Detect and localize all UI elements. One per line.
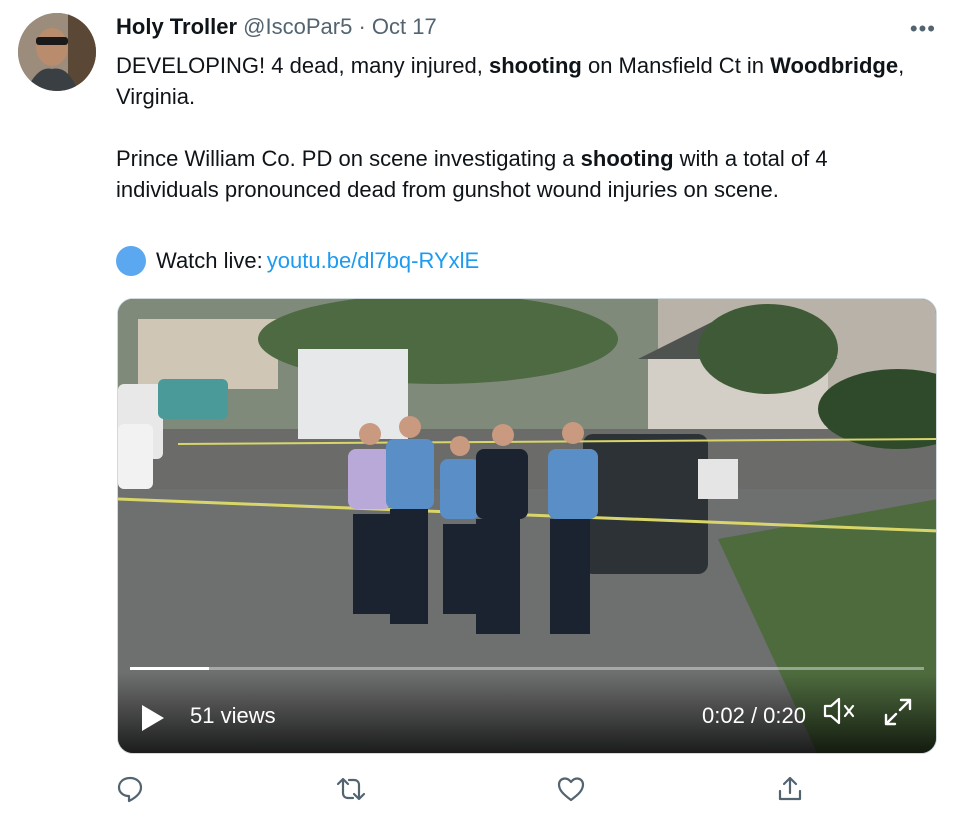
play-icon[interactable] — [142, 705, 164, 731]
retweet-icon[interactable] — [336, 775, 366, 808]
tweet-paragraph-1: DEVELOPING! 4 dead, many injured, shooti… — [116, 50, 936, 112]
text-run: on Mansfield Ct in — [581, 53, 771, 78]
avatar[interactable] — [18, 13, 96, 91]
video-time: 0:02 / 0:20 — [702, 703, 806, 728]
youtube-link[interactable]: youtu.be/dl7bq-RYxlE — [267, 248, 479, 274]
mute-icon[interactable] — [822, 696, 858, 731]
bold-text-run: shooting — [580, 146, 674, 171]
text-run: Prince William Co. PD on scene investiga… — [116, 146, 581, 171]
tweet-date[interactable]: Oct 17 — [372, 14, 437, 39]
author-handle[interactable]: @IscoPar5 — [243, 14, 352, 39]
watch-live-line: Watch live: youtu.be/dl7bq-RYxlE — [116, 246, 479, 276]
video-player[interactable]: 51 views 0:02 / 0:20 — [117, 298, 937, 754]
tweet-header: Holy Troller @IscoPar5 · Oct 17 — [116, 14, 437, 40]
author-name[interactable]: Holy Troller — [116, 14, 237, 39]
tweet-actions — [116, 775, 816, 807]
video-controls: 51 views 0:02 / 0:20 — [118, 673, 936, 753]
tweet-paragraph-2: Prince William Co. PD on scene investiga… — [116, 143, 936, 205]
bold-text-run: shooting — [488, 53, 582, 78]
video-progress-fill — [130, 667, 210, 670]
text-run: DEVELOPING! 4 dead, many injured, — [116, 53, 489, 78]
share-icon[interactable] — [776, 775, 804, 808]
video-progress-bar[interactable] — [130, 667, 924, 670]
reply-icon[interactable] — [116, 775, 144, 808]
watch-live-label: Watch live: — [156, 248, 263, 273]
heart-icon[interactable] — [556, 775, 586, 808]
tweet-text: DEVELOPING! 4 dead, many injured, shooti… — [116, 50, 936, 205]
avatar-image — [18, 13, 96, 91]
bold-text-run: Woodbridge — [770, 53, 899, 78]
view-count: 51 views — [190, 703, 276, 728]
more-options-icon[interactable]: ••• — [910, 16, 936, 42]
blue-circle-icon — [116, 246, 146, 276]
fullscreen-icon[interactable] — [882, 696, 914, 733]
separator-dot: · — [358, 14, 366, 39]
